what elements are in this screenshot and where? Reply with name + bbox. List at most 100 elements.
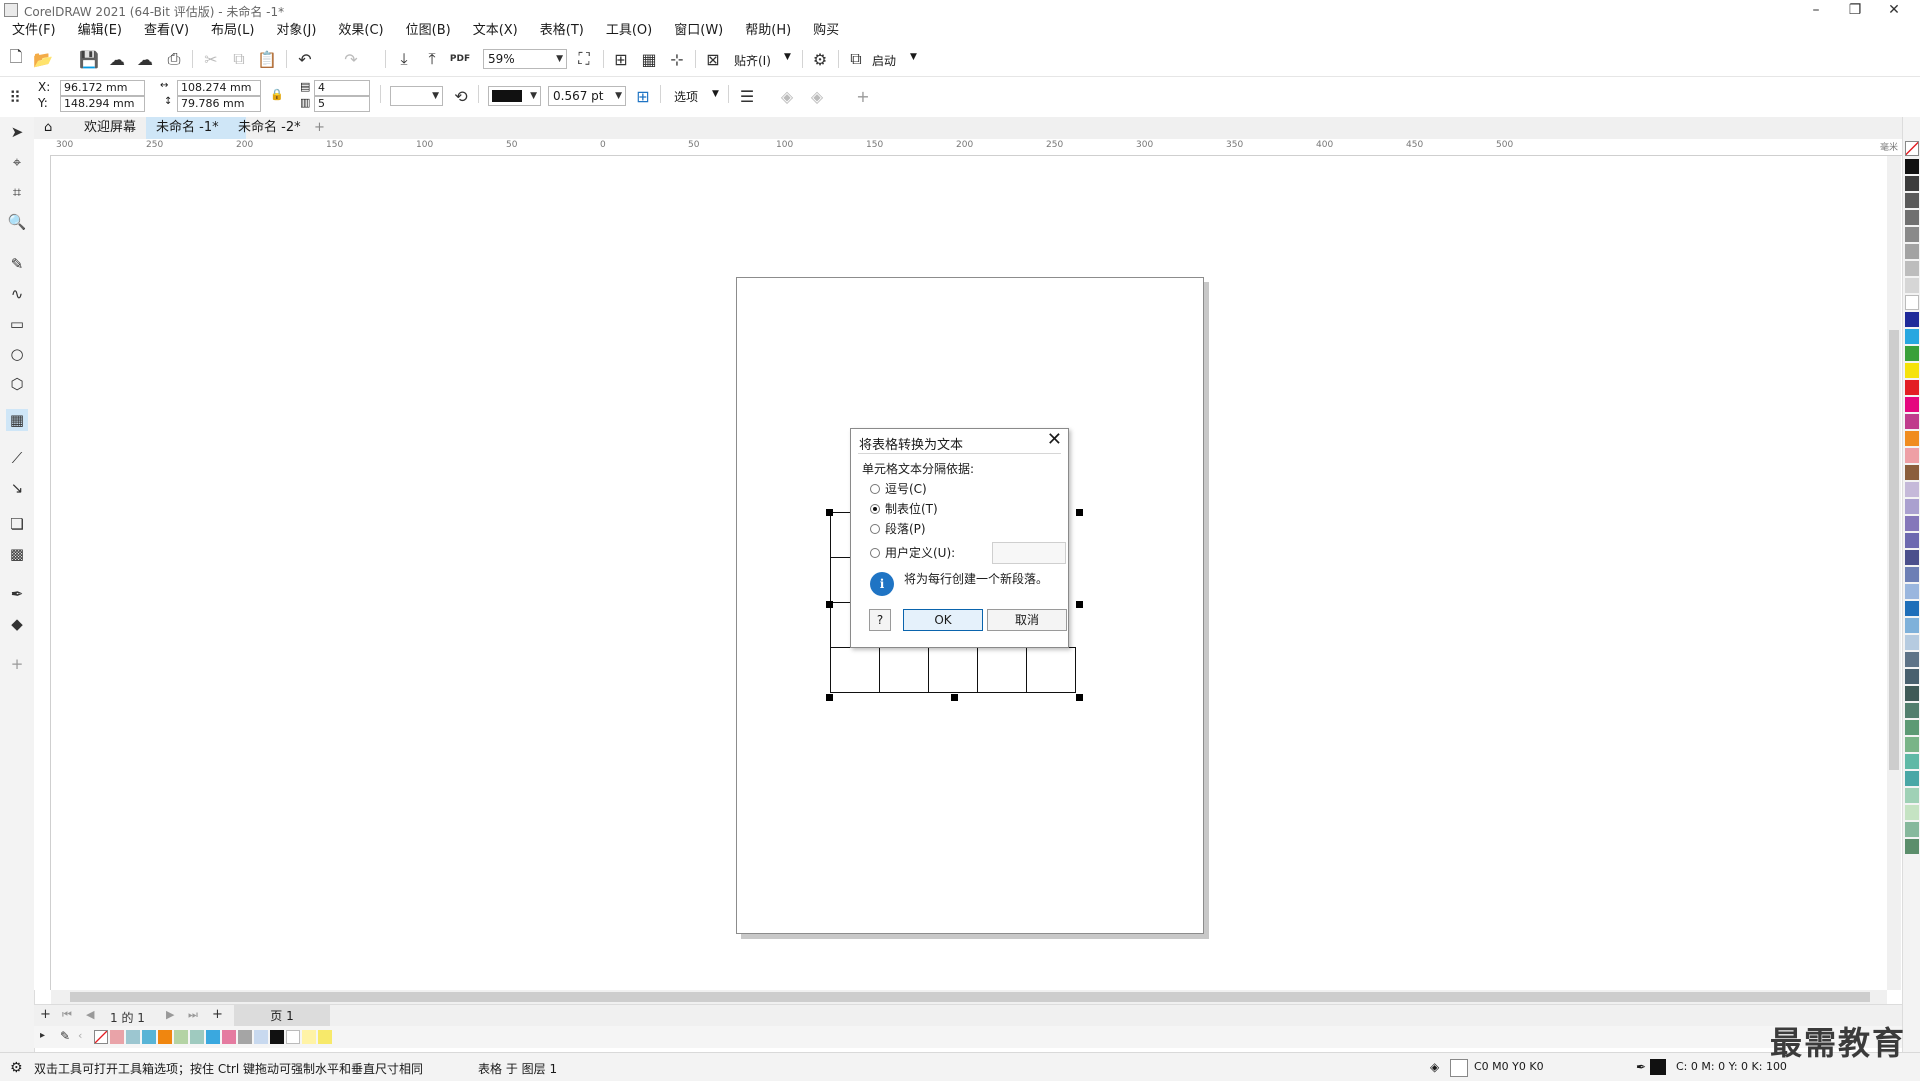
fill-swatch[interactable]: [1450, 1059, 1468, 1077]
color-swatch[interactable]: [1905, 227, 1919, 242]
show-rulers-icon[interactable]: ⊞: [610, 48, 632, 70]
columns-field[interactable]: 5: [314, 96, 370, 112]
color-swatch[interactable]: [190, 1030, 204, 1044]
crop-tool-icon[interactable]: ⌗: [6, 181, 28, 203]
color-swatch[interactable]: [1905, 822, 1919, 837]
y-position-field[interactable]: 148.294 mm: [60, 96, 145, 112]
radio-button[interactable]: [870, 483, 880, 494]
color-swatch[interactable]: [254, 1030, 268, 1044]
color-swatch[interactable]: [1905, 635, 1919, 650]
close-icon[interactable]: ✕: [1047, 429, 1062, 450]
menu-window[interactable]: 窗口(W): [674, 20, 723, 42]
palette-expand-icon[interactable]: ▸: [40, 1030, 45, 1041]
selection-handle[interactable]: [826, 694, 833, 701]
print-icon[interactable]: ⎙: [163, 48, 185, 70]
color-swatch[interactable]: [1905, 805, 1919, 820]
close-icon[interactable]: ✕: [1878, 0, 1910, 20]
add-tab-button[interactable]: +: [304, 117, 335, 139]
color-swatch[interactable]: [1905, 176, 1919, 191]
color-swatch[interactable]: [286, 1030, 300, 1044]
last-page-icon[interactable]: ⏭: [188, 1008, 198, 1022]
shape-tool-icon[interactable]: ⌖: [6, 151, 28, 173]
chevron-down-icon[interactable]: ▼: [784, 52, 791, 62]
table-tool-icon[interactable]: ▦: [6, 409, 28, 431]
color-swatch[interactable]: [1905, 465, 1919, 480]
options-dropdown[interactable]: 选项: [674, 88, 698, 105]
radio-paragraph[interactable]: 段落(P): [870, 520, 926, 537]
color-swatch[interactable]: [1905, 397, 1919, 412]
color-swatch[interactable]: [270, 1030, 284, 1044]
export-cloud-icon[interactable]: ☁: [134, 48, 156, 70]
color-swatch[interactable]: [1905, 159, 1919, 174]
color-swatch[interactable]: [158, 1030, 172, 1044]
radio-button-selected[interactable]: [870, 503, 880, 514]
color-swatch[interactable]: [1905, 601, 1919, 616]
zoom-level-combo[interactable]: 59% ▼: [483, 49, 567, 69]
menu-file[interactable]: 文件(F): [12, 20, 56, 42]
color-swatch[interactable]: [1905, 754, 1919, 769]
color-swatch[interactable]: [1905, 261, 1919, 276]
edit-fill-icon[interactable]: ⟲: [450, 85, 472, 107]
radio-tab[interactable]: 制表位(T): [870, 500, 938, 517]
color-swatch[interactable]: [1905, 499, 1919, 514]
add-page-after-icon[interactable]: +: [212, 1007, 223, 1022]
background-fill-combo[interactable]: ▼: [390, 86, 443, 106]
freehand-tool-icon[interactable]: ✎: [6, 253, 28, 275]
color-swatch[interactable]: [1905, 686, 1919, 701]
menu-layout[interactable]: 布局(L): [211, 20, 254, 42]
add-icon[interactable]: +: [852, 85, 874, 107]
selection-handle[interactable]: [1076, 509, 1083, 516]
color-swatch[interactable]: [174, 1030, 188, 1044]
interactive-fill-icon[interactable]: ◆: [6, 613, 28, 635]
outline-swatch[interactable]: [1650, 1059, 1666, 1075]
border-color-combo[interactable]: ▼: [488, 86, 541, 106]
copy-icon[interactable]: ⧉: [228, 48, 250, 70]
color-swatch[interactable]: [1905, 839, 1919, 854]
color-swatch[interactable]: [1905, 533, 1919, 548]
horizontal-ruler[interactable]: 300 250 200 150 100 50 0 50 100 150 200 …: [34, 139, 1904, 156]
color-swatch[interactable]: [1905, 482, 1919, 497]
color-swatch[interactable]: [1905, 414, 1919, 429]
color-swatch[interactable]: [1905, 652, 1919, 667]
menu-effects[interactable]: 效果(C): [338, 20, 383, 42]
add-page-before-icon[interactable]: +: [40, 1007, 51, 1022]
tab-welcome-screen[interactable]: 欢迎屏幕: [74, 117, 146, 139]
menu-text[interactable]: 文本(X): [473, 20, 518, 42]
table-cell[interactable]: [977, 647, 1027, 693]
color-swatch[interactable]: [1905, 550, 1919, 565]
publish-pdf-icon[interactable]: PDF: [449, 48, 471, 70]
polygon-tool-icon[interactable]: ⬡: [6, 373, 28, 395]
table-cell[interactable]: [928, 647, 978, 693]
color-swatch[interactable]: [1905, 737, 1919, 752]
height-field[interactable]: 79.786 mm: [177, 96, 261, 112]
selection-handle[interactable]: [826, 601, 833, 608]
paste-icon[interactable]: 📋: [256, 48, 278, 70]
color-swatch[interactable]: [1905, 295, 1919, 310]
previous-page-icon[interactable]: ◀: [86, 1008, 94, 1021]
no-color-swatch[interactable]: [1905, 141, 1919, 156]
radio-button[interactable]: [870, 523, 880, 534]
import-icon[interactable]: ⤓: [393, 48, 415, 70]
horizontal-scroll-thumb[interactable]: [70, 992, 1870, 1002]
menu-bitmap[interactable]: 位图(B): [406, 20, 451, 42]
menu-object[interactable]: 对象(J): [276, 20, 316, 42]
color-swatch[interactable]: [142, 1030, 156, 1044]
ellipse-tool-icon[interactable]: ○: [6, 343, 28, 365]
eyedropper-tool-icon[interactable]: ✒: [6, 583, 28, 605]
tab-document-2[interactable]: 未命名 -2*: [228, 117, 311, 139]
snap-to-dropdown[interactable]: 贴齐(I): [734, 52, 771, 69]
menu-table[interactable]: 表格(T): [540, 20, 584, 42]
color-swatch[interactable]: [1905, 448, 1919, 463]
color-swatch[interactable]: [1905, 363, 1919, 378]
menu-buy[interactable]: 购买: [813, 20, 839, 42]
table-cell[interactable]: [1026, 647, 1076, 693]
full-screen-icon[interactable]: ⛶: [573, 48, 595, 70]
color-swatch[interactable]: [222, 1030, 236, 1044]
color-swatch[interactable]: [238, 1030, 252, 1044]
cancel-button[interactable]: 取消: [987, 609, 1067, 631]
selection-handle[interactable]: [1076, 694, 1083, 701]
palette-scroll-left-icon[interactable]: ‹: [78, 1029, 82, 1042]
selection-handle[interactable]: [951, 694, 958, 701]
color-swatch[interactable]: [1905, 193, 1919, 208]
drop-shadow-icon[interactable]: ❏: [6, 513, 28, 535]
